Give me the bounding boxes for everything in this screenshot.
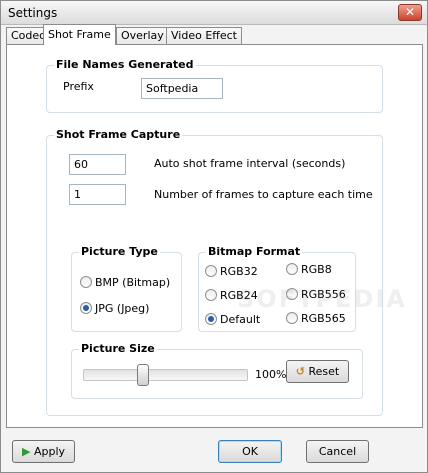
rgb565-radio[interactable]: RGB565 (286, 312, 346, 325)
rgb556-radio-circle[interactable] (286, 288, 298, 300)
bmp-radio-circle[interactable] (80, 276, 92, 288)
rgb24-radio-circle[interactable] (205, 289, 217, 301)
file-names-title: File Names Generated (54, 58, 196, 71)
apply-button[interactable]: ▶ Apply (12, 440, 75, 463)
shot-frame-panel: File Names Generated Prefix Softpedia Sh… (6, 44, 423, 428)
rgb8-radio[interactable]: RGB8 (286, 263, 332, 276)
prefix-input[interactable]: Softpedia (141, 78, 223, 99)
rgb565-radio-circle[interactable] (286, 312, 298, 324)
bitmap-format-title: Bitmap Format (206, 245, 303, 258)
apply-icon: ▶ (21, 445, 31, 458)
default-radio-circle[interactable] (205, 313, 217, 325)
tab-shot-frame[interactable]: Shot Frame (43, 24, 116, 45)
rgb8-radio-label: RGB8 (301, 263, 332, 276)
tab-video-effect[interactable]: Video Effect (166, 27, 242, 44)
shot-frame-capture-title: Shot Frame Capture (54, 128, 183, 141)
bmp-radio[interactable]: BMP (Bitmap) (80, 276, 170, 289)
rgb24-radio[interactable]: RGB24 (205, 289, 258, 302)
picture-type-group: Picture Type (71, 245, 182, 332)
bmp-radio-label: BMP (Bitmap) (95, 276, 171, 289)
tab-overlay[interactable]: Overlay (116, 27, 169, 44)
jpg-radio-circle[interactable] (80, 302, 92, 314)
rgb8-radio-circle[interactable] (286, 263, 298, 275)
reset-button-label: Reset (308, 365, 340, 378)
settings-window: Settings ✕ Codec Shot Frame Overlay Vide… (0, 0, 428, 473)
title-bar[interactable]: Settings ✕ (1, 1, 427, 25)
rgb24-radio-label: RGB24 (220, 289, 258, 302)
rgb556-radio-label: RGB556 (301, 288, 346, 301)
ok-button[interactable]: OK (218, 440, 282, 463)
default-radio-label: Default (220, 313, 261, 326)
close-icon: ✕ (404, 5, 416, 19)
cancel-button[interactable]: Cancel (306, 440, 369, 463)
frames-input[interactable]: 1 (69, 184, 126, 205)
picture-size-slider-thumb[interactable] (136, 364, 149, 386)
picture-size-title: Picture Size (79, 342, 157, 355)
rgb556-radio[interactable]: RGB556 (286, 288, 346, 301)
close-button[interactable]: ✕ (398, 4, 422, 21)
rgb32-radio-label: RGB32 (220, 265, 258, 278)
rgb32-radio[interactable]: RGB32 (205, 265, 258, 278)
frames-label: Number of frames to capture each time (154, 188, 373, 201)
interval-input[interactable]: 60 (69, 154, 126, 175)
default-radio[interactable]: Default (205, 313, 260, 326)
interval-label: Auto shot frame interval (seconds) (154, 157, 346, 170)
rgb32-radio-circle[interactable] (205, 265, 217, 277)
picture-size-slider[interactable] (83, 369, 248, 381)
window-title: Settings (8, 6, 58, 20)
reset-button[interactable]: ↺ Reset (286, 360, 349, 383)
rgb565-radio-label: RGB565 (301, 312, 346, 325)
jpg-radio-label: JPG (Jpeg) (95, 302, 150, 315)
jpg-radio[interactable]: JPG (Jpeg) (80, 302, 149, 315)
prefix-label: Prefix (63, 80, 94, 93)
picture-type-title: Picture Type (79, 245, 160, 258)
apply-button-label: Apply (33, 445, 66, 458)
picture-size-percent: 100% (255, 368, 287, 381)
reset-icon: ↺ (295, 365, 305, 378)
